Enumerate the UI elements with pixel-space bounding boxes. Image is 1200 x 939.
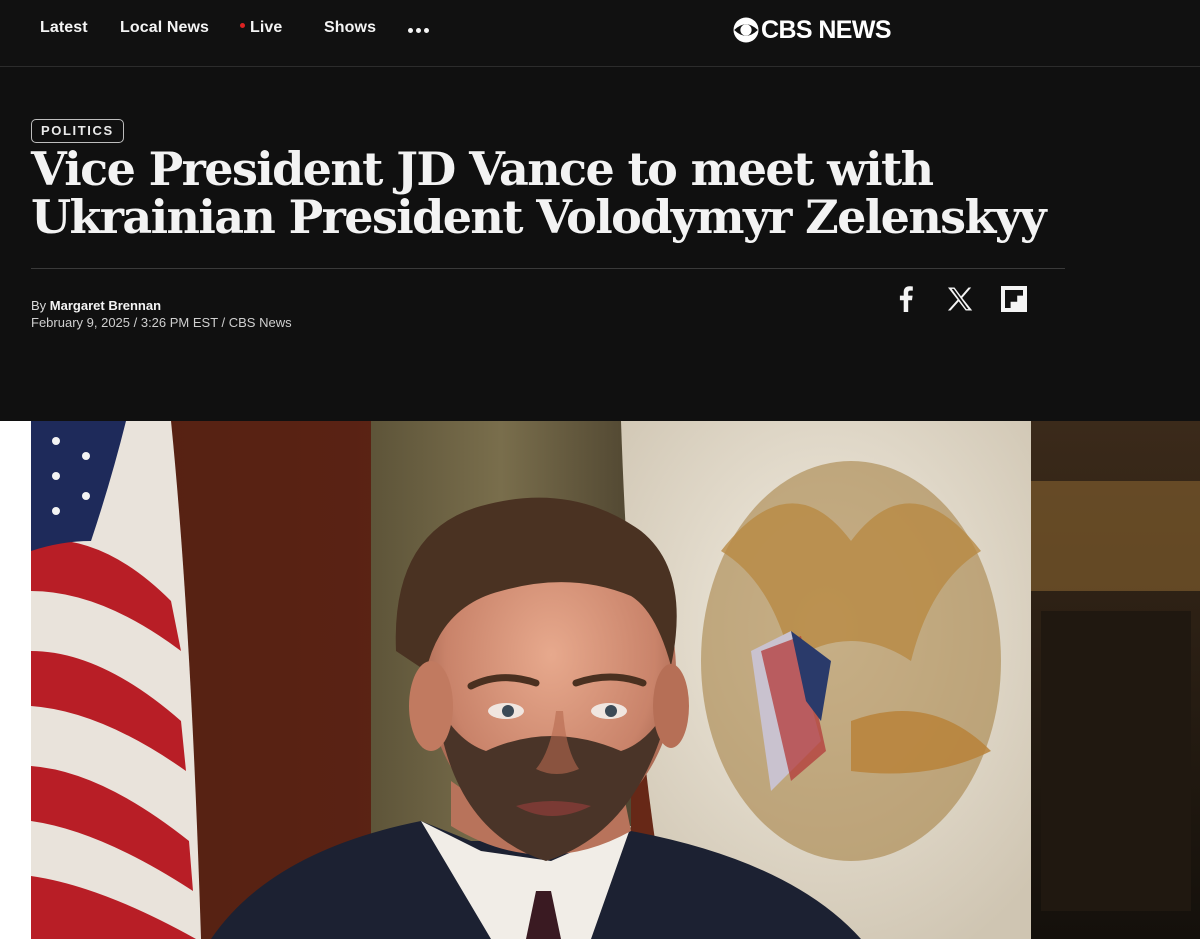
nav-live[interactable]: Live [240, 19, 282, 37]
section-badge[interactable]: POLITICS [31, 119, 124, 143]
flipboard-icon [1001, 286, 1027, 312]
page-gutter [0, 421, 31, 939]
facebook-icon [899, 286, 913, 312]
x-icon [947, 287, 973, 311]
header-divider [31, 268, 1065, 269]
x-share-button[interactable] [946, 285, 974, 313]
facebook-share-button[interactable] [892, 285, 920, 313]
hero-image[interactable] [31, 421, 1200, 939]
author-link[interactable]: Margaret Brennan [50, 298, 161, 313]
ellipsis-icon[interactable] [406, 26, 430, 36]
article-headline: Vice President JD Vance to meet with Ukr… [31, 142, 1047, 244]
nav-latest[interactable]: Latest [40, 19, 88, 37]
cbs-news-logo[interactable]: CBS NEWS [733, 15, 892, 44]
hero-photo [31, 421, 1200, 939]
logo-wordmark: CBS NEWS [761, 15, 892, 44]
live-indicator-icon [240, 23, 245, 29]
byline-prefix: By [31, 298, 47, 313]
nav-local-news[interactable]: Local News [120, 19, 209, 37]
nav-shows[interactable]: Shows [324, 19, 376, 37]
cbs-eye-icon [733, 17, 759, 43]
nav-live-label: Live [250, 19, 283, 36]
flipboard-share-button[interactable] [1000, 285, 1028, 313]
byline: By Margaret Brennan [31, 298, 161, 313]
dateline: February 9, 2025 / 3:26 PM EST / CBS New… [31, 315, 292, 330]
top-navigation: Latest Local News Live Shows CBS NEWS [0, 0, 1200, 67]
